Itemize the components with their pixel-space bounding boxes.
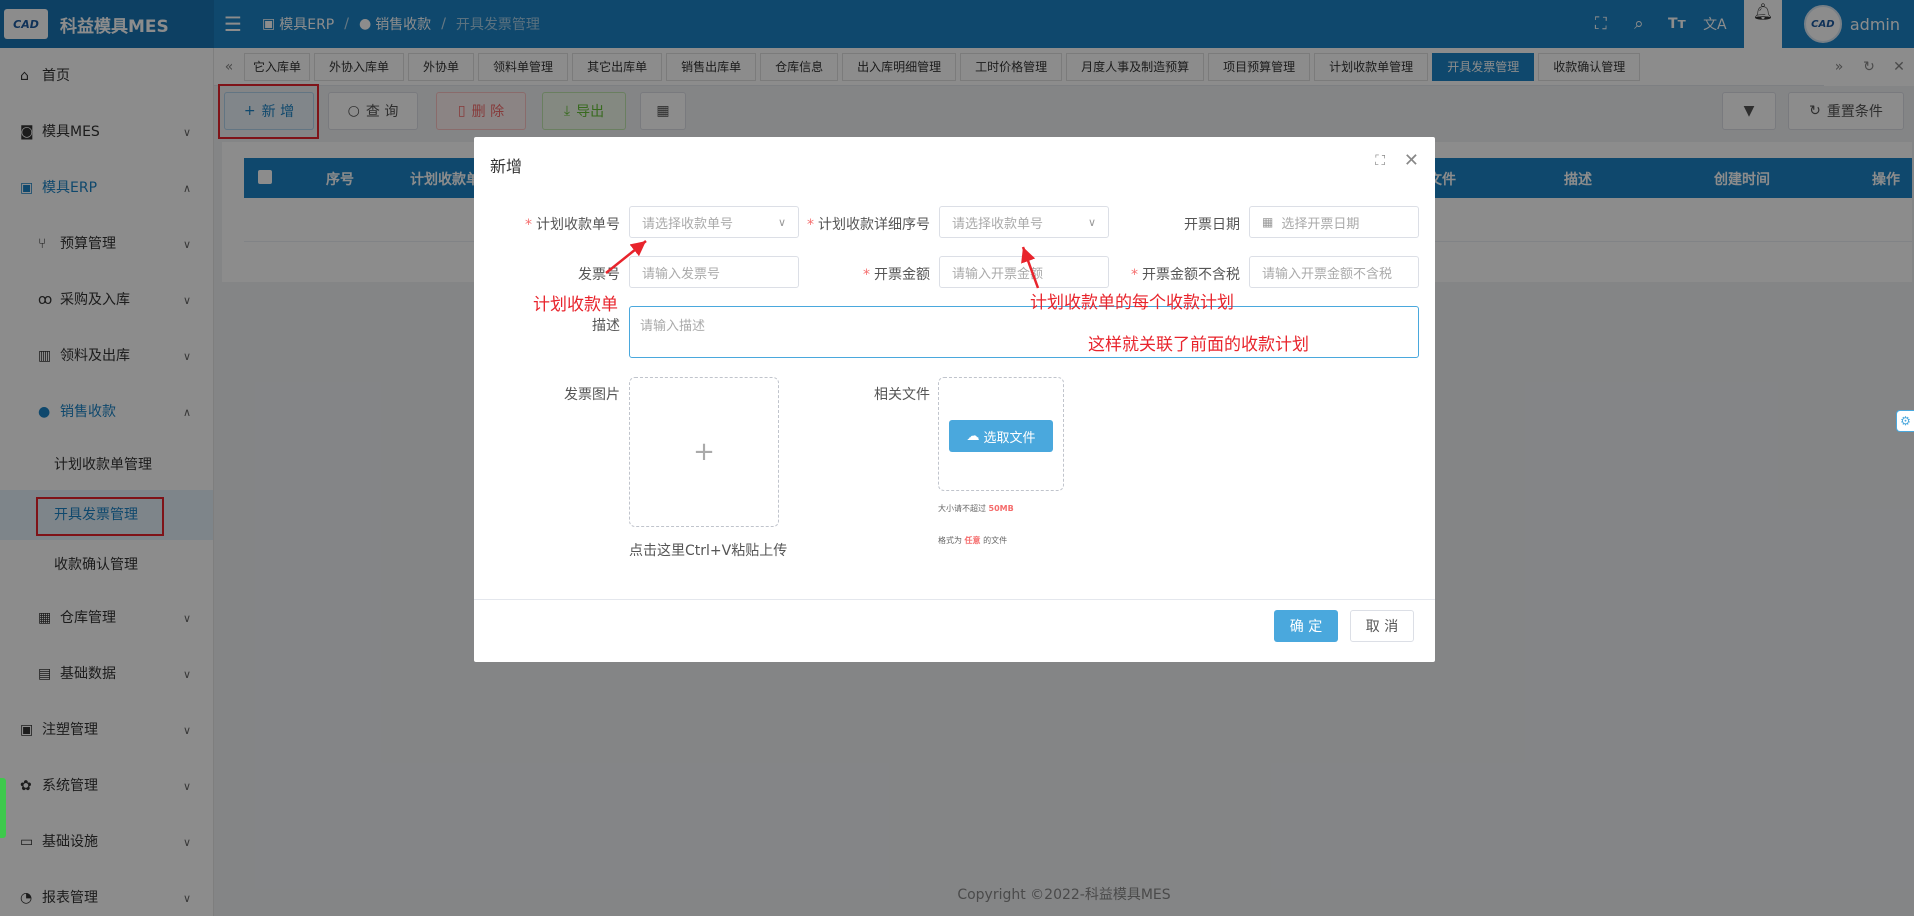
annotation-plan-detail: 计划收款单的每个收款计划	[1030, 293, 1234, 313]
arrow-annotation	[605, 240, 647, 274]
annotation-plan-receipt: 计划收款单	[533, 295, 618, 315]
annotation-linked: 这样就关联了前面的收款计划	[1088, 335, 1309, 355]
annotation-arrows	[605, 240, 1040, 289]
arrow-annotation	[1021, 246, 1040, 289]
